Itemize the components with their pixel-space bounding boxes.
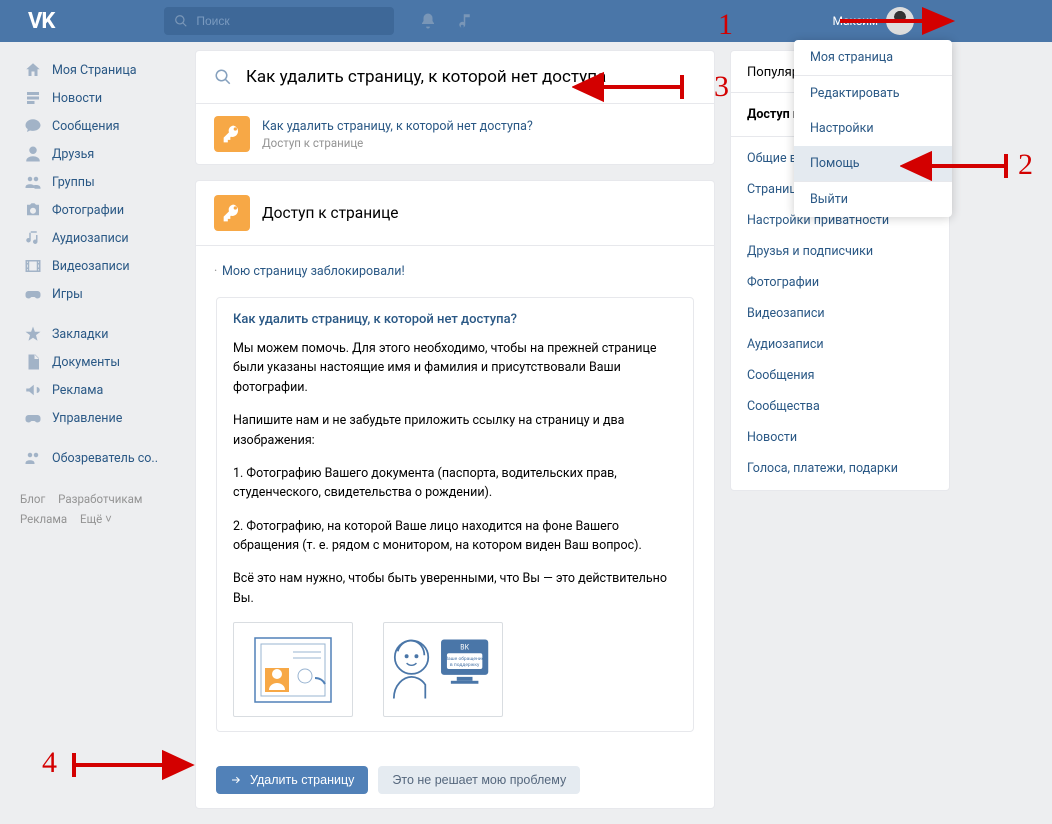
arrow-right-icon xyxy=(230,774,242,786)
cat-messages[interactable]: Сообщения xyxy=(731,360,949,391)
nav-messages[interactable]: Сообщения xyxy=(20,112,180,140)
nav-video[interactable]: Видеозаписи xyxy=(20,252,180,280)
avatar xyxy=(886,7,914,35)
result-title: Как удалить страницу, к которой нет дост… xyxy=(262,119,533,134)
dd-help[interactable]: Помощь xyxy=(794,146,952,181)
qa-images: ВК Ваше обращение в поддержку xyxy=(233,622,677,717)
passport-image xyxy=(233,622,353,717)
help-search-query: Как удалить страницу, к которой нет дост… xyxy=(246,67,606,87)
search-icon xyxy=(214,68,232,86)
svg-text:в поддержку: в поддержку xyxy=(450,662,480,668)
actions: Удалить страницу Это не решает мою пробл… xyxy=(196,750,714,808)
username: Максим xyxy=(832,14,878,28)
help-search-card: Как удалить страницу, к которой нет дост… xyxy=(195,50,715,165)
help-search[interactable]: Как удалить страницу, к которой нет дост… xyxy=(196,51,714,103)
nav-ads[interactable]: Реклама xyxy=(20,376,180,404)
topbar: VK Максим xyxy=(0,0,1052,42)
search-input[interactable] xyxy=(196,14,376,28)
topbar-icons xyxy=(419,12,475,30)
footer-ads[interactable]: Реклама xyxy=(20,512,67,526)
dd-settings[interactable]: Настройки xyxy=(794,111,952,146)
user-menu-toggle[interactable]: Максим xyxy=(832,7,932,35)
delete-page-button[interactable]: Удалить страницу xyxy=(216,766,368,794)
nav-photos[interactable]: Фотографии xyxy=(20,196,180,224)
nav-friends[interactable]: Друзья xyxy=(20,140,180,168)
dd-my-page[interactable]: Моя страница xyxy=(794,40,952,75)
qa-box: Как удалить страницу, к которой нет дост… xyxy=(216,297,694,732)
search-result[interactable]: Как удалить страницу, к которой нет дост… xyxy=(196,103,714,164)
selfie-monitor-image: ВК Ваше обращение в поддержку xyxy=(383,622,503,717)
search-bar[interactable] xyxy=(164,7,394,35)
nav-games[interactable]: Игры xyxy=(20,280,180,308)
svg-text:ВК: ВК xyxy=(460,643,469,651)
footer-dev[interactable]: Разработчикам xyxy=(58,492,142,506)
nav-audio[interactable]: Аудиозаписи xyxy=(20,224,180,252)
nav-my-page[interactable]: Моя Страница xyxy=(20,56,180,84)
nav-docs[interactable]: Документы xyxy=(20,348,180,376)
section-body: Мою страницу заблокировали! Как удалить … xyxy=(196,246,714,750)
cat-video[interactable]: Видеозаписи xyxy=(731,298,949,329)
dd-logout[interactable]: Выйти xyxy=(794,182,952,217)
dd-edit[interactable]: Редактировать xyxy=(794,76,952,111)
key-icon xyxy=(214,195,250,231)
footer-more[interactable]: Ещё ˅ xyxy=(80,512,112,526)
nav-news[interactable]: Новости xyxy=(20,84,180,112)
not-solved-button[interactable]: Это не решает мою проблему xyxy=(378,766,580,794)
qa-p4: 2. Фотографию, на которой Ваше лицо нахо… xyxy=(233,517,677,556)
center-col: Как удалить страницу, к которой нет дост… xyxy=(195,50,715,824)
bell-icon[interactable] xyxy=(419,12,437,30)
link-blocked[interactable]: Мою страницу заблокировали! xyxy=(222,264,694,279)
qa-text: Мы можем помочь. Для этого необходимо, ч… xyxy=(233,339,677,608)
left-nav: Моя Страница Новости Сообщения Друзья Гр… xyxy=(20,50,180,824)
section-header: Доступ к странице xyxy=(196,181,714,246)
cat-news[interactable]: Новости xyxy=(731,422,949,453)
chevron-down-icon xyxy=(922,16,932,26)
user-dropdown: Моя страница Редактировать Настройки Пом… xyxy=(794,40,952,217)
nav-community-obs[interactable]: Обозреватель со.. xyxy=(20,444,180,472)
cat-photos[interactable]: Фотографии xyxy=(731,267,949,298)
qa-title: Как удалить страницу, к которой нет дост… xyxy=(233,312,677,327)
key-icon xyxy=(214,116,250,152)
qa-p2: Напишите нам и не забудьте приложить ссы… xyxy=(233,411,677,450)
cat-audio[interactable]: Аудиозаписи xyxy=(731,329,949,360)
result-titles: Как удалить страницу, к которой нет дост… xyxy=(262,119,533,150)
footer-blog[interactable]: Блог xyxy=(20,492,45,506)
music-icon[interactable] xyxy=(457,12,475,30)
nav-bookmarks[interactable]: Закладки xyxy=(20,320,180,348)
cat-communities[interactable]: Сообщества xyxy=(731,391,949,422)
cat-votes[interactable]: Голоса, платежи, подарки xyxy=(731,453,949,484)
vk-logo[interactable]: VK xyxy=(28,9,54,34)
section-title: Доступ к странице xyxy=(262,204,399,222)
result-subtitle: Доступ к странице xyxy=(262,136,533,150)
qa-p3: 1. Фотографию Вашего документа (паспорта… xyxy=(233,464,677,503)
qa-p1: Мы можем помочь. Для этого необходимо, ч… xyxy=(233,339,677,397)
left-footer: Блог Разработчикам Реклама Ещё ˅ xyxy=(20,490,180,529)
nav-manage[interactable]: Управление xyxy=(20,404,180,432)
qa-p5: Всё это нам нужно, чтобы быть уверенными… xyxy=(233,569,677,608)
search-icon xyxy=(174,14,188,28)
nav-groups[interactable]: Группы xyxy=(20,168,180,196)
help-article-card: Доступ к странице Мою страницу заблокиро… xyxy=(195,180,715,809)
cat-friends[interactable]: Друзья и подписчики xyxy=(731,236,949,267)
